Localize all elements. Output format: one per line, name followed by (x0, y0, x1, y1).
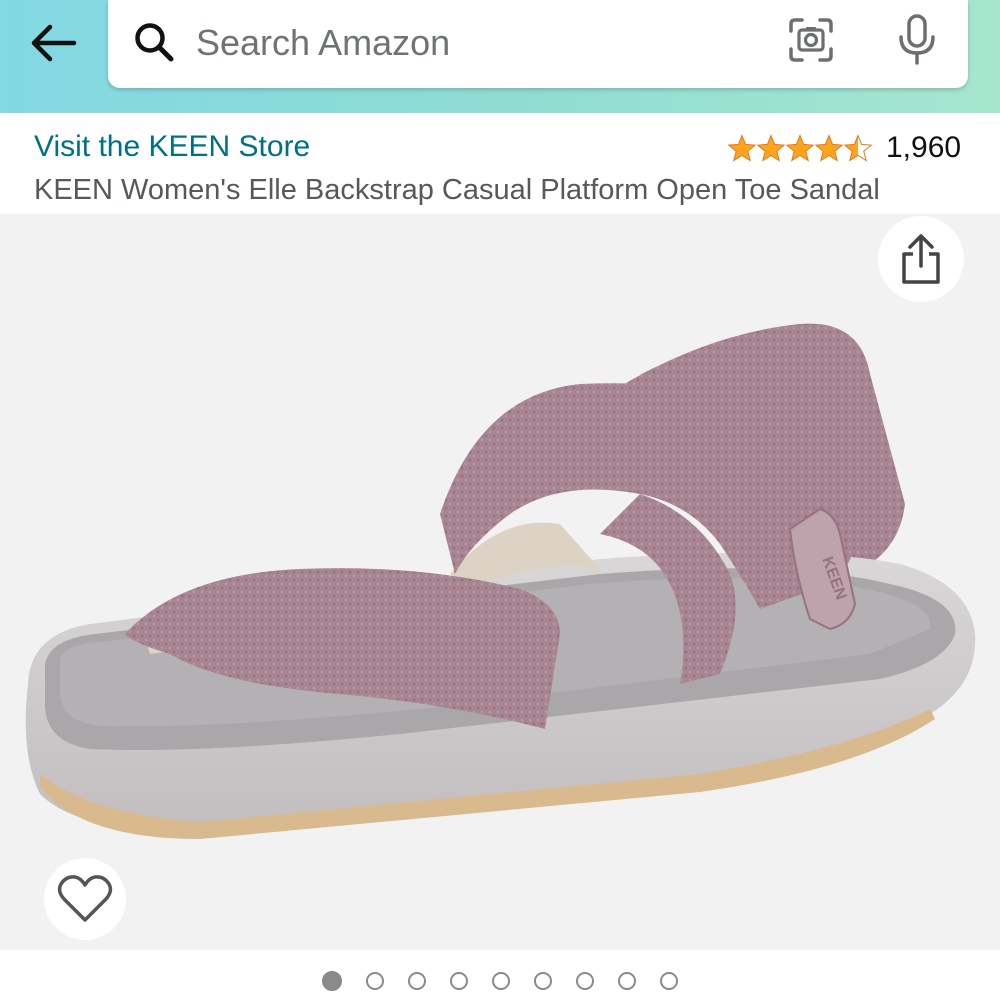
product-title: KEEN Women's Elle Backstrap Casual Platf… (34, 174, 880, 206)
carousel-dot[interactable] (450, 972, 468, 990)
rating-count: 1,960 (886, 131, 962, 164)
carousel-dot[interactable] (492, 972, 510, 990)
star-rating-stars (728, 135, 872, 162)
add-to-wishlist-button[interactable] (44, 858, 126, 940)
star-icon (728, 135, 756, 162)
share-icon (902, 234, 940, 284)
carousel-dot[interactable] (660, 972, 678, 990)
half-star-icon (844, 135, 872, 162)
carousel-dot[interactable] (534, 972, 552, 990)
carousel-dot[interactable] (576, 972, 594, 990)
top-search-bar (0, 0, 1000, 113)
star-icon (786, 135, 814, 162)
carousel-dot[interactable] (618, 972, 636, 990)
search-icon (135, 23, 174, 62)
carousel-dot[interactable] (408, 972, 426, 990)
share-button[interactable] (878, 216, 964, 302)
star-icon (757, 135, 785, 162)
product-image[interactable]: KEEN (0, 214, 1000, 950)
carousel-dot[interactable] (366, 972, 384, 990)
arrow-left-icon (31, 24, 77, 62)
carousel-dots (0, 964, 1000, 998)
back-button[interactable] (22, 16, 84, 70)
heart-outline-icon (57, 875, 113, 922)
search-box (108, 0, 968, 88)
camera-scan-icon[interactable] (786, 15, 836, 65)
carousel-dot[interactable] (322, 971, 342, 991)
microphone-icon[interactable] (894, 13, 940, 67)
star-icon (815, 135, 843, 162)
star-rating[interactable]: 1,960 (728, 128, 961, 168)
visit-store-link[interactable]: Visit the KEEN Store (34, 130, 310, 164)
search-input[interactable] (196, 14, 756, 72)
